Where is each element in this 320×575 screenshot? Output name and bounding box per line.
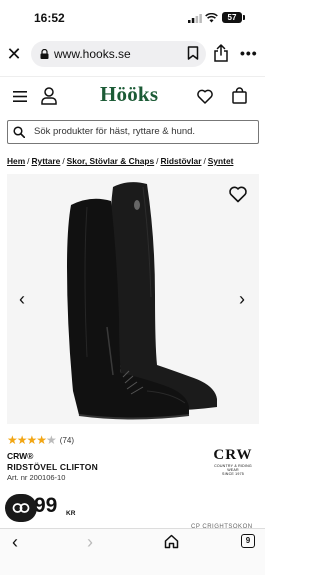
favorite-icon[interactable]: [229, 186, 247, 203]
battery-icon: 57: [222, 12, 242, 23]
more-icon[interactable]: •••: [240, 46, 260, 60]
product-name: RIDSTÖVEL CLIFTON: [7, 462, 98, 472]
product-rating[interactable]: ★★★★★ (74): [7, 433, 75, 447]
shopping-bag-icon[interactable]: [232, 87, 247, 104]
signal-icon: [188, 14, 202, 23]
search-icon: [13, 126, 25, 138]
product-image: [67, 182, 217, 420]
breadcrumb-home[interactable]: Hem: [7, 156, 25, 166]
close-icon[interactable]: ✕: [6, 43, 22, 65]
lock-icon: [40, 49, 49, 59]
previous-image-icon[interactable]: ‹: [15, 290, 29, 308]
breadcrumb-skor[interactable]: Skor, Stövlar & Chaps: [67, 156, 155, 166]
chat-icon: [12, 503, 30, 513]
home-icon[interactable]: [164, 534, 179, 549]
browser-url-bar: ✕ www.hooks.se •••: [0, 38, 265, 70]
breadcrumb: Hem / Ryttare / Skor, Stövlar & Chaps / Ridstö…: [7, 156, 233, 166]
bookmark-icon[interactable]: [187, 46, 199, 60]
brand-logo-tagline: COUNTRY & RIDING WEAR: [214, 464, 252, 472]
rating-count: (74): [59, 435, 75, 445]
brand-logo[interactable]: CRW COUNTRY & RIDING WEAR SINCE 1975: [212, 447, 254, 476]
user-icon[interactable]: [41, 87, 57, 105]
price-currency: KR: [66, 510, 76, 517]
browser-bottom-bar: ‹ › 9: [0, 528, 265, 575]
product-image-gallery[interactable]: ‹ ›: [7, 174, 259, 424]
site-logo[interactable]: Hööks: [100, 82, 158, 107]
breadcrumb-ridstovlar[interactable]: Ridstövlar: [161, 156, 202, 166]
article-number: Art. nr 200106-10: [7, 473, 66, 482]
breadcrumb-separator: /: [203, 156, 206, 166]
wifi-icon: [205, 13, 218, 23]
breadcrumb-syntet[interactable]: Syntet: [208, 156, 234, 166]
status-time: 16:52: [34, 11, 65, 25]
product-price: 99: [34, 494, 58, 517]
share-icon[interactable]: [213, 44, 229, 62]
search-field[interactable]: Sök produkter för häst, ryttare & hund.: [7, 120, 259, 144]
menu-icon[interactable]: [13, 90, 27, 103]
forward-icon[interactable]: ›: [87, 533, 99, 551]
product-brand[interactable]: CRW®: [7, 451, 33, 461]
back-icon[interactable]: ‹: [12, 533, 24, 551]
breadcrumb-ryttare[interactable]: Ryttare: [31, 156, 60, 166]
breadcrumb-separator: /: [62, 156, 65, 166]
breadcrumb-separator: /: [27, 156, 30, 166]
url-text[interactable]: www.hooks.se: [54, 47, 131, 61]
next-image-icon[interactable]: ›: [235, 290, 249, 308]
breadcrumb-separator: /: [156, 156, 159, 166]
battery-tip: [243, 15, 245, 20]
site-header: Hööks: [0, 76, 265, 116]
rating-stars-icon: ★★★★★: [7, 433, 57, 447]
status-bar: 16:52 57: [0, 0, 265, 36]
chat-button[interactable]: [5, 494, 37, 522]
tabs-icon[interactable]: 9: [241, 534, 255, 548]
brand-logo-since: SINCE 1975: [222, 472, 244, 476]
brand-logo-name: CRW: [213, 447, 253, 463]
search-placeholder: Sök produkter för häst, ryttare & hund.: [34, 126, 196, 137]
heart-icon[interactable]: [197, 89, 213, 104]
